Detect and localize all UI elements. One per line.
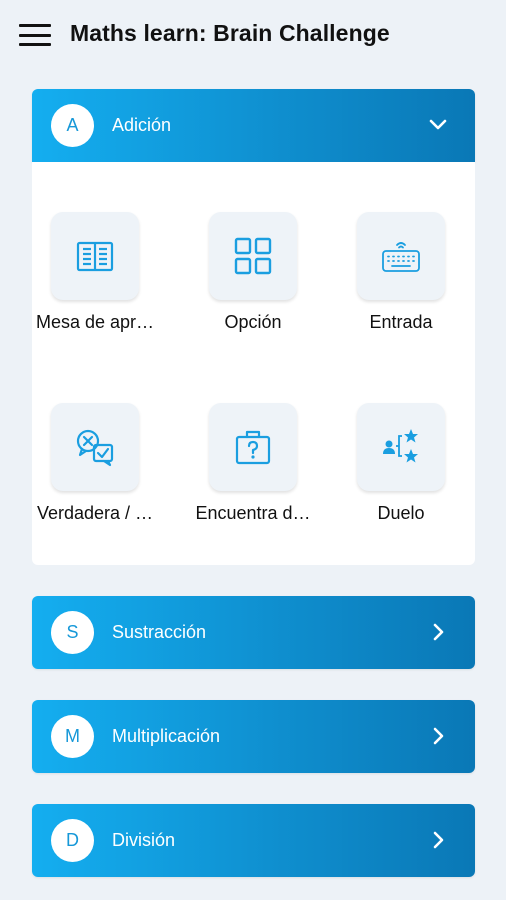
section-letter-badge: D — [51, 819, 94, 862]
chevron-down-icon — [429, 119, 447, 130]
section-header-adicion[interactable]: A Adición — [32, 89, 475, 162]
tile-duelo: Duelo — [326, 403, 476, 524]
tile-mesa-de-aprendizaje: Mesa de apr… — [20, 212, 170, 333]
section-title: Multiplicación — [112, 726, 221, 746]
keyboard-icon — [382, 242, 420, 272]
opcion-button[interactable] — [209, 212, 297, 300]
true-false-bubbles-icon — [76, 429, 114, 467]
tile-label: Verdadera / … — [36, 503, 154, 523]
section-header-multiplicacion[interactable]: M Multiplicación — [32, 700, 475, 773]
section-header-division[interactable]: D División — [32, 804, 475, 877]
chevron-right-icon — [433, 623, 444, 641]
grid-icon — [234, 237, 272, 275]
tile-entrada: Entrada — [326, 212, 476, 333]
tile-label: Duelo — [377, 503, 425, 523]
tile-label: Opción — [224, 312, 282, 332]
tile-verdadera-falsa: Verdadera / … — [20, 403, 170, 524]
tile-label: Mesa de apr… — [35, 312, 155, 332]
section-header-sustraccion[interactable]: S Sustracción — [32, 596, 475, 669]
mesa-button[interactable] — [51, 212, 139, 300]
section-title: Adición — [112, 115, 172, 135]
hamburger-menu-icon[interactable] — [19, 24, 51, 46]
duelo-button[interactable] — [357, 403, 445, 491]
encuentra-button[interactable] — [209, 403, 297, 491]
entrada-button[interactable] — [357, 212, 445, 300]
chevron-right-icon — [433, 727, 444, 745]
question-briefcase-icon — [235, 430, 271, 465]
tile-encuentra: Encuentra d… — [178, 403, 328, 524]
section-title: División — [112, 830, 176, 850]
section-letter-badge: M — [51, 715, 94, 758]
duel-stars-icon — [383, 429, 418, 463]
verdadera-button[interactable] — [51, 403, 139, 491]
section-letter-badge: S — [51, 611, 94, 654]
open-book-icon — [76, 241, 114, 272]
section-panel-adicion: Mesa de apr… Opción Entrada Verdadera / … — [32, 162, 475, 565]
chevron-right-icon — [433, 831, 444, 849]
tile-opcion: Opción — [178, 212, 328, 333]
tile-label: Encuentra d… — [195, 503, 311, 523]
section-title: Sustracción — [112, 622, 207, 642]
app-title: Maths learn: Brain Challenge — [70, 20, 390, 46]
section-letter-badge: A — [51, 104, 94, 147]
tile-label: Entrada — [369, 312, 433, 332]
top-app-bar: Maths learn: Brain Challenge — [0, 0, 506, 70]
